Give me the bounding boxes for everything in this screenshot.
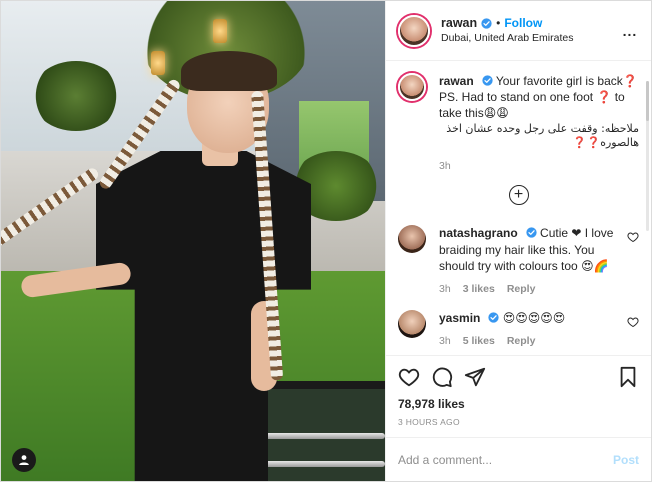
share-paper-plane-icon[interactable] bbox=[464, 366, 486, 388]
like-heart-icon[interactable] bbox=[398, 366, 420, 388]
header-user-info: rawan • Follow Dubai, United Arab Emirat… bbox=[441, 16, 619, 45]
post-modal: rawan • Follow Dubai, United Arab Emirat… bbox=[0, 0, 652, 482]
caption: rawan Your favorite girl is back❓ PS. Ha… bbox=[398, 73, 639, 173]
comment-bubble-icon[interactable] bbox=[431, 366, 453, 388]
comment-likes[interactable]: 5 likes bbox=[463, 334, 495, 348]
more-icon: ... bbox=[622, 22, 638, 39]
likes-count[interactable]: 78,978 likes bbox=[398, 397, 639, 411]
photo-hair bbox=[181, 51, 277, 91]
comment-likes[interactable]: 3 likes bbox=[463, 282, 495, 296]
comments-section[interactable]: rawan Your favorite girl is back❓ PS. Ha… bbox=[386, 61, 651, 355]
avatar[interactable] bbox=[398, 310, 426, 339]
comment-item: yasmin 😍😍😍😍😍 3h 5 likes Reply bbox=[398, 310, 639, 348]
caption-time[interactable]: 3h bbox=[439, 159, 451, 173]
avatar[interactable] bbox=[398, 73, 426, 101]
post-comment-button[interactable]: Post bbox=[613, 453, 639, 467]
reply-button[interactable]: Reply bbox=[507, 334, 536, 348]
comment-username[interactable]: natashagrano bbox=[439, 226, 518, 240]
caption-arabic-text: ملاحظه: وقفت على رجل وحده عشان اخذ هالصو… bbox=[446, 121, 639, 150]
location-link[interactable]: Dubai, United Arab Emirates bbox=[441, 32, 619, 45]
verified-badge-icon bbox=[526, 227, 537, 239]
post-timestamp[interactable]: 3 HOURS AGO bbox=[398, 417, 639, 427]
save-bookmark-icon[interactable] bbox=[617, 366, 639, 388]
scrollbar-thumb[interactable] bbox=[646, 81, 649, 121]
tagged-users-button[interactable] bbox=[12, 448, 36, 472]
header-username[interactable]: rawan bbox=[441, 16, 477, 32]
verified-badge-icon bbox=[481, 18, 492, 30]
more-options-button[interactable]: ... bbox=[619, 20, 641, 42]
avatar[interactable] bbox=[398, 14, 430, 47]
post-side-panel: rawan • Follow Dubai, United Arab Emirat… bbox=[385, 1, 651, 481]
plus-icon: + bbox=[513, 186, 524, 204]
comment-username[interactable]: yasmin bbox=[439, 311, 480, 325]
avatar[interactable] bbox=[398, 225, 426, 254]
reply-button[interactable]: Reply bbox=[507, 282, 536, 296]
comment-text: 😍😍😍😍😍 bbox=[502, 311, 566, 326]
post-photo[interactable] bbox=[1, 1, 385, 481]
follow-button[interactable]: Follow bbox=[504, 16, 542, 31]
post-actions: 78,978 likes 3 HOURS AGO bbox=[386, 355, 651, 437]
add-comment-bar: Post bbox=[386, 437, 651, 481]
comment-item: natashagrano Cutie ❤ I love braiding my … bbox=[398, 225, 639, 296]
verified-badge-icon bbox=[488, 312, 499, 323]
photo-lamp bbox=[151, 51, 165, 75]
user-icon bbox=[19, 455, 29, 465]
load-more-comments-button[interactable]: + bbox=[508, 185, 529, 206]
comment-time[interactable]: 3h bbox=[439, 334, 451, 348]
like-comment-heart-icon[interactable] bbox=[627, 231, 639, 243]
comment-input[interactable] bbox=[398, 452, 613, 467]
photo-lamp bbox=[213, 19, 227, 43]
post-header: rawan • Follow Dubai, United Arab Emirat… bbox=[386, 1, 651, 61]
header-separator: • bbox=[496, 16, 501, 31]
verified-badge-icon bbox=[482, 75, 493, 86]
photo-tree-2 bbox=[31, 61, 121, 131]
like-comment-heart-icon[interactable] bbox=[627, 316, 639, 328]
comment-time[interactable]: 3h bbox=[439, 282, 451, 296]
caption-username[interactable]: rawan bbox=[439, 74, 474, 88]
